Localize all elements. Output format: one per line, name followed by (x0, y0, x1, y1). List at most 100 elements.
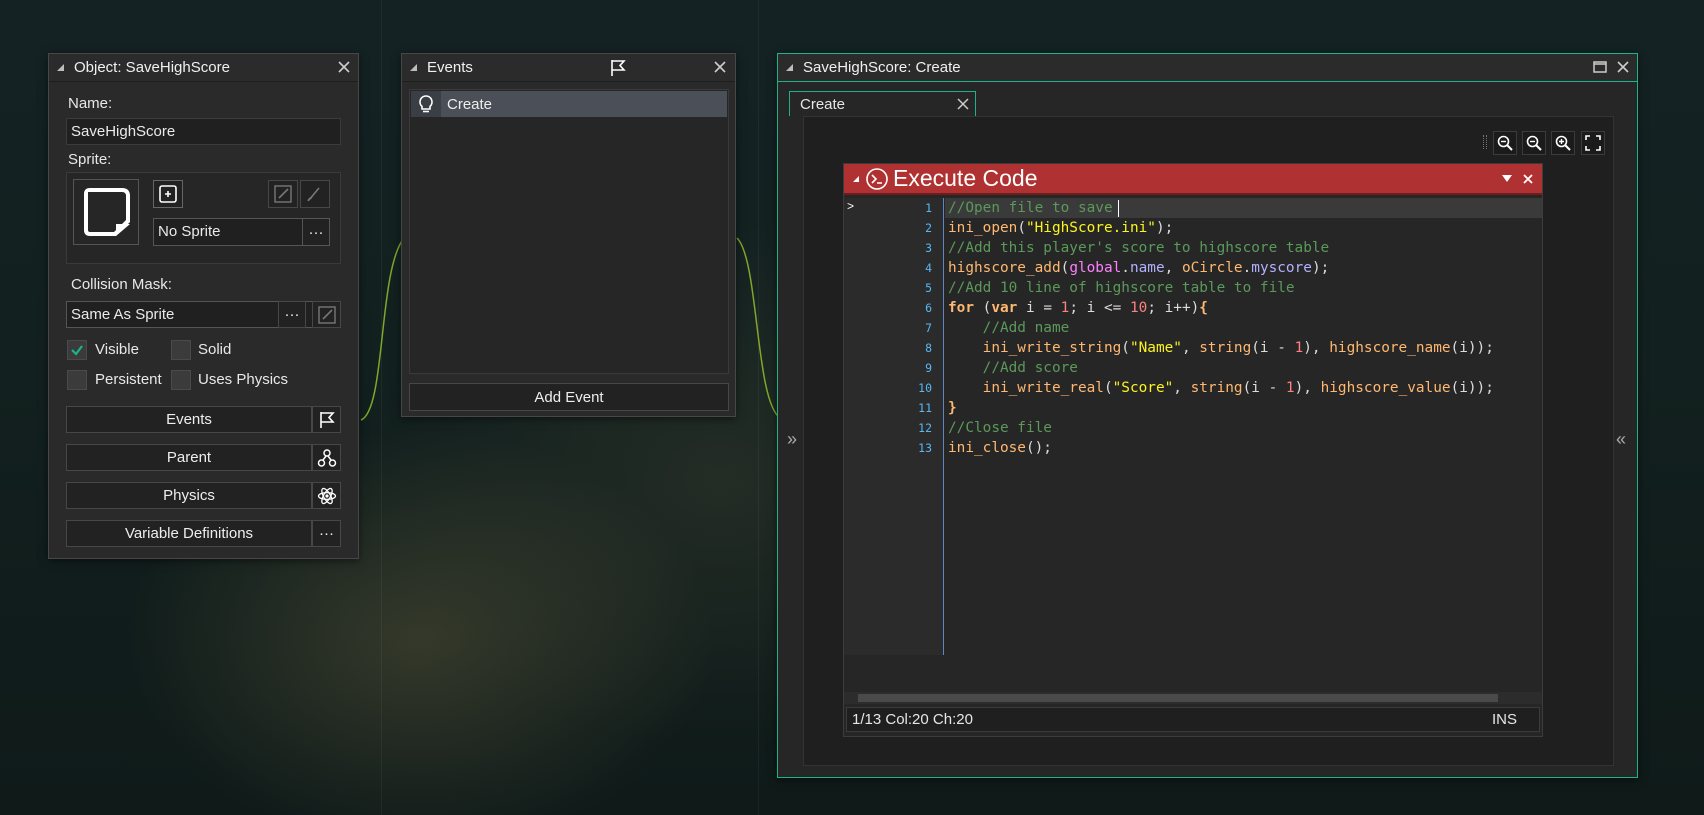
code-token: myscore (1251, 260, 1312, 276)
collapse-icon[interactable] (853, 175, 859, 182)
add-sprite-icon (159, 185, 177, 203)
code-token: "HighScore.ini" (1025, 220, 1156, 236)
code-line[interactable]: ini_write_string("Name", string(i - 1), … (948, 338, 1494, 358)
code-token: ), (1303, 340, 1330, 356)
close-icon[interactable] (955, 96, 971, 112)
left-expand-icon[interactable]: » (787, 429, 797, 450)
code-line[interactable]: for (var i = 1; i <= 10; i++){ (948, 298, 1208, 318)
execute-code-title: Execute Code (893, 165, 1038, 191)
execute-code-header[interactable]: Execute Code (844, 164, 1542, 195)
insert-mode: INS (1491, 711, 1517, 728)
name-field[interactable]: SaveHighScore (66, 118, 341, 145)
physics-button[interactable]: Physics (66, 482, 312, 509)
code-editor-window: SaveHighScore: Create Create » « Execute… (777, 53, 1638, 778)
checkmark-icon (71, 345, 83, 356)
code-line[interactable]: //Open file to save (948, 198, 1113, 218)
sprite-placeholder-icon (84, 188, 130, 236)
code-token: string (1199, 340, 1252, 356)
flag-icon (319, 411, 335, 428)
code-area[interactable]: //Open file to save ini_open("HighScore.i… (948, 198, 1542, 655)
close-icon[interactable] (1522, 173, 1534, 185)
workspace-divider (758, 0, 759, 815)
zoom-reset-icon (1497, 135, 1513, 151)
right-expand-icon[interactable]: « (1616, 429, 1626, 450)
close-icon[interactable] (1614, 58, 1632, 76)
scrollbar-thumb[interactable] (858, 694, 1498, 702)
code-editor-header[interactable]: SaveHighScore: Create (778, 54, 1637, 82)
object-panel: Object: SaveHighScore Name: SaveHighScor… (48, 53, 359, 559)
parent-button[interactable]: Parent (66, 444, 312, 471)
new-sprite-button[interactable] (153, 180, 183, 208)
code-token: ); (1311, 260, 1330, 276)
object-panel-header[interactable]: Object: SaveHighScore (49, 54, 358, 82)
code-line[interactable]: //Add this player's score to highscore t… (948, 238, 1329, 258)
events-icon-button[interactable] (312, 406, 341, 433)
collapse-icon[interactable] (57, 64, 64, 71)
edit-sprite-button[interactable] (268, 180, 298, 208)
uses-physics-checkbox[interactable] (171, 370, 191, 390)
code-line[interactable]: //Add name (948, 318, 1070, 338)
maximize-icon[interactable] (1591, 58, 1609, 76)
ellipsis-icon[interactable]: ··· (312, 520, 341, 547)
code-line[interactable]: ini_write_real("Score", string(i - 1), h… (948, 378, 1494, 398)
code-token: ini_write_string (982, 340, 1122, 356)
tab-create[interactable]: Create (789, 91, 976, 116)
brush-button[interactable] (300, 180, 330, 208)
zoom-out-button[interactable] (1522, 131, 1546, 155)
line-number: 7 (925, 321, 932, 335)
code-token: var (991, 300, 1018, 316)
persistent-checkbox[interactable] (67, 370, 87, 390)
close-icon[interactable] (711, 58, 729, 76)
zoom-in-button[interactable] (1551, 131, 1575, 155)
code-token: i = (1017, 300, 1061, 316)
visible-checkbox[interactable] (67, 340, 87, 360)
atom-icon (317, 487, 336, 504)
collapse-icon[interactable] (786, 64, 793, 71)
code-token: ; i++) (1147, 300, 1200, 316)
execute-code-icon (866, 167, 888, 190)
sprite-browse-button[interactable]: ··· (302, 218, 330, 246)
code-editor-title: SaveHighScore: Create (803, 59, 961, 76)
code-line[interactable]: } (948, 398, 957, 418)
event-item-create[interactable]: Create (411, 91, 727, 117)
events-button[interactable]: Events (66, 406, 312, 433)
parent-icon-button[interactable] (312, 444, 341, 471)
collapse-icon[interactable] (410, 64, 417, 71)
code-line[interactable]: //Close file (948, 418, 1052, 438)
toolbar-grip[interactable] (1483, 135, 1487, 149)
line-number: 13 (918, 441, 932, 455)
code-line[interactable]: highscore_add(global.name, oCircle.mysco… (948, 258, 1329, 278)
edit-image-icon (274, 185, 292, 203)
code-line[interactable]: ini_close(); (948, 438, 1052, 458)
variable-definitions-button[interactable]: Variable Definitions (66, 520, 312, 547)
zoom-reset-button[interactable] (1493, 131, 1517, 155)
code-token: oCircle (1181, 260, 1243, 276)
code-line[interactable]: ini_open("HighScore.ini"); (948, 218, 1173, 238)
events-panel-header[interactable]: Events (402, 54, 735, 82)
horizontal-scrollbar[interactable] (844, 692, 1542, 704)
line-number: 8 (925, 341, 932, 355)
code-token: //Close file (948, 420, 1052, 436)
add-event-button[interactable]: Add Event (409, 383, 729, 411)
collision-mask-browse-button[interactable]: ··· (278, 301, 306, 328)
code-token: , (1164, 260, 1182, 276)
dropdown-icon[interactable] (1502, 175, 1512, 182)
collision-mask-edit-button[interactable] (312, 301, 341, 328)
code-line[interactable]: //Add 10 line of highscore table to file (948, 278, 1295, 298)
physics-icon-button[interactable] (312, 482, 341, 509)
line-number: 3 (925, 241, 932, 255)
code-token: ; i <= (1069, 300, 1130, 316)
code-token: ( (1060, 260, 1070, 276)
code-token: 1 (1294, 340, 1304, 356)
sprite-select[interactable]: No Sprite (153, 218, 303, 246)
brush-icon (307, 187, 320, 202)
solid-checkbox[interactable] (171, 340, 191, 360)
close-icon[interactable] (335, 58, 353, 76)
fit-view-button[interactable] (1581, 131, 1605, 155)
sprite-preview[interactable] (73, 179, 139, 245)
code-line[interactable]: //Add score (948, 358, 1078, 378)
zoom-in-icon (1555, 135, 1571, 151)
code-token: "Score" (1112, 380, 1174, 396)
